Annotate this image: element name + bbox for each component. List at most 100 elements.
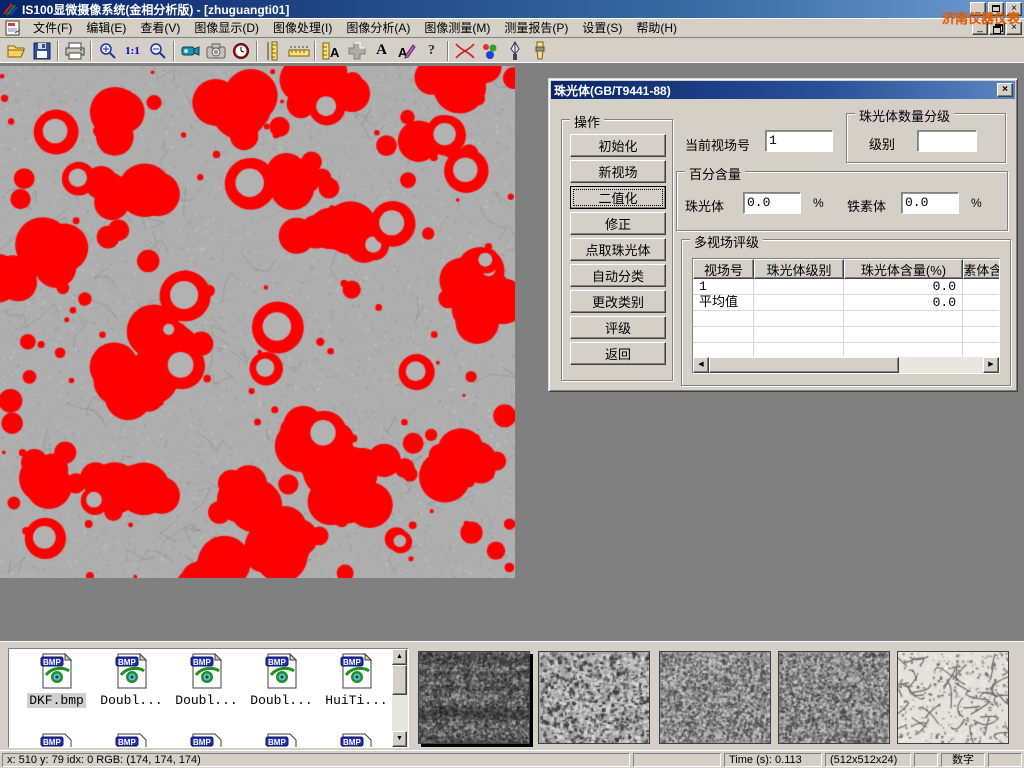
table-row[interactable]: 1 0.0 xyxy=(693,279,999,295)
return-button[interactable]: 返回 xyxy=(570,342,666,365)
edit-annotation-button[interactable]: A xyxy=(394,40,419,62)
scroll-left-icon[interactable]: ◀ xyxy=(693,357,709,373)
cell xyxy=(693,311,754,326)
measure-text-button[interactable]: A xyxy=(319,40,344,62)
ruler-button[interactable] xyxy=(286,40,311,62)
particle-analysis-button[interactable] xyxy=(477,40,502,62)
file-name: HuiTi... xyxy=(319,693,394,708)
actual-size-button[interactable]: 1:1 xyxy=(120,40,145,62)
file-item[interactable]: BMP xyxy=(319,733,394,748)
grade-group-label: 珠光体数量分级 xyxy=(855,106,954,125)
help-button[interactable]: ? xyxy=(419,40,444,62)
table-horizontal-scrollbar[interactable]: ◀ ▶ xyxy=(693,357,999,373)
menu-measure-report[interactable]: 测量报告(P) xyxy=(497,17,575,38)
table-row[interactable]: 平均值 0.0 xyxy=(693,295,999,311)
auto-classify-button[interactable]: 自动分类 xyxy=(570,264,666,287)
menu-settings[interactable]: 设置(S) xyxy=(575,17,629,38)
cell: 平均值 xyxy=(693,295,754,310)
dialog-close-button[interactable]: × xyxy=(997,83,1013,97)
pearlite-dialog[interactable]: 珠光体(GB/T9441-88) × 操作 初始化 新视场 二值化 修正 点取珠… xyxy=(548,78,1018,392)
file-item[interactable]: BMP DKF.bmp xyxy=(19,653,94,708)
menu-view[interactable]: 查看(V) xyxy=(133,17,187,38)
scrollbar-thumb[interactable] xyxy=(392,665,407,695)
grade-input[interactable] xyxy=(917,130,977,152)
cell xyxy=(844,311,963,326)
photo-capture-button[interactable] xyxy=(203,40,228,62)
thumbnail-1[interactable] xyxy=(418,651,530,744)
save-button[interactable] xyxy=(29,40,54,62)
scroll-up-icon[interactable]: ▲ xyxy=(392,649,407,665)
app-logo-icon xyxy=(2,2,18,16)
caliper-button[interactable] xyxy=(261,40,286,62)
pen-tool-button[interactable] xyxy=(502,40,527,62)
file-name: Doubl... xyxy=(169,693,244,708)
menu-file[interactable]: 文件(F) xyxy=(26,17,79,38)
window-title: IS100显微摄像系统(金相分析版) - [zhuguangti01] xyxy=(22,1,289,18)
file-item[interactable]: BMP Doubl... xyxy=(244,653,319,708)
cell: 1 xyxy=(693,279,754,294)
col-pearlite-grade[interactable]: 珠光体级别 xyxy=(754,259,844,279)
grid-cross-button[interactable] xyxy=(344,40,369,62)
table-row[interactable] xyxy=(693,311,999,327)
file-item[interactable]: BMP xyxy=(94,733,169,748)
scrollbar-thumb[interactable] xyxy=(709,357,899,373)
svg-text:BMP: BMP xyxy=(118,738,136,747)
file-item[interactable]: BMP xyxy=(19,733,94,748)
new-field-button[interactable]: 新视场 xyxy=(570,160,666,183)
print-button[interactable] xyxy=(62,40,87,62)
correct-button[interactable]: 修正 xyxy=(570,212,666,235)
col-ferrite-content[interactable]: 铁素体含量(%) xyxy=(963,259,1000,279)
print-icon xyxy=(65,42,85,60)
col-field-number[interactable]: 视场号 xyxy=(693,259,754,279)
thumbnail-5[interactable] xyxy=(897,651,1009,744)
pearlite-percent-input[interactable]: 0.0 xyxy=(743,192,801,214)
zoom-in-button[interactable] xyxy=(95,40,120,62)
video-capture-button[interactable] xyxy=(178,40,203,62)
thumbnail-4[interactable] xyxy=(778,651,890,744)
scroll-down-icon[interactable]: ▼ xyxy=(392,731,407,747)
menu-image-analysis[interactable]: 图像分析(A) xyxy=(339,17,417,38)
ferrite-percent-input[interactable]: 0.0 xyxy=(901,192,959,214)
menu-help[interactable]: 帮助(H) xyxy=(629,17,684,38)
text-annotation-button[interactable]: A xyxy=(369,40,394,62)
timer-button[interactable] xyxy=(228,40,253,62)
svg-text:BMP: BMP xyxy=(343,738,361,747)
col-pearlite-content[interactable]: 珠光体含量(%) xyxy=(844,259,963,279)
metallograph-image[interactable] xyxy=(0,66,515,578)
thumbnail-2[interactable] xyxy=(538,651,650,744)
menu-bar: 文件(F) 编辑(E) 查看(V) 图像显示(D) 图像处理(I) 图像分析(A… xyxy=(0,18,1024,38)
open-button[interactable] xyxy=(4,40,29,62)
rating-table[interactable]: 视场号 珠光体级别 珠光体含量(%) 铁素体含量(%) 1 0.0 xyxy=(692,258,1000,374)
cell: 0.0 xyxy=(844,295,963,310)
file-item[interactable]: BMP Doubl... xyxy=(169,653,244,708)
menu-image-processing[interactable]: 图像处理(I) xyxy=(266,17,339,38)
brush-tool-button[interactable] xyxy=(527,40,552,62)
menu-image-measure[interactable]: 图像测量(M) xyxy=(417,17,497,38)
app-window: IS100显微摄像系统(金相分析版) - [zhuguangti01] _ × … xyxy=(0,0,1024,768)
file-list-scrollbar[interactable]: ▲ ▼ xyxy=(392,649,408,747)
gallery-panel: BMP DKF.bmp BMP Doubl... BMP Doubl... BM… xyxy=(0,641,1024,750)
dialog-title-bar[interactable]: 珠光体(GB/T9441-88) × xyxy=(551,81,1015,99)
change-class-button[interactable]: 更改类别 xyxy=(570,290,666,313)
zoom-out-button[interactable] xyxy=(145,40,170,62)
menu-image-display[interactable]: 图像显示(D) xyxy=(187,17,266,38)
rate-button[interactable]: 评级 xyxy=(570,316,666,339)
init-button[interactable]: 初始化 xyxy=(570,134,666,157)
pick-pearlite-button[interactable]: 点取珠光体 xyxy=(570,238,666,261)
calibration-button[interactable] xyxy=(452,40,477,62)
binarize-button[interactable]: 二值化 xyxy=(570,186,666,209)
actual-size-icon: 1:1 xyxy=(125,45,140,57)
cell xyxy=(693,343,754,358)
file-item[interactable]: BMP xyxy=(244,733,319,748)
current-field-input[interactable]: 1 xyxy=(765,130,833,152)
thumbnail-3[interactable] xyxy=(659,651,771,744)
status-bar: x: 510 y: 79 idx: 0 RGB: (174, 174, 174)… xyxy=(0,750,1024,768)
table-row[interactable] xyxy=(693,327,999,343)
file-item[interactable]: BMP Doubl... xyxy=(94,653,169,708)
file-list[interactable]: BMP DKF.bmp BMP Doubl... BMP Doubl... BM… xyxy=(8,648,409,748)
document-icon[interactable] xyxy=(4,20,22,36)
scroll-right-icon[interactable]: ▶ xyxy=(983,357,999,373)
menu-edit[interactable]: 编辑(E) xyxy=(79,17,133,38)
file-item[interactable]: BMP xyxy=(169,733,244,748)
file-item[interactable]: BMP HuiTi... xyxy=(319,653,394,708)
